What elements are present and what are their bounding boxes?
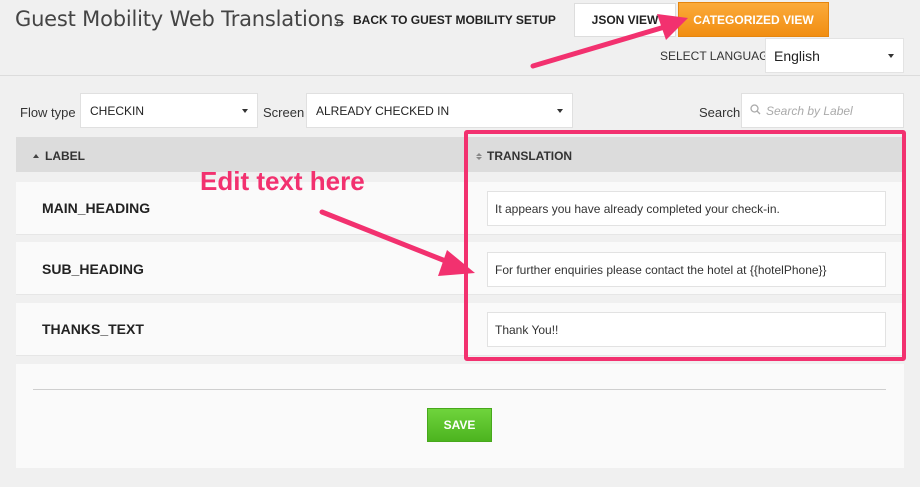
screen-value: ALREADY CHECKED IN (316, 103, 450, 118)
search-label: Search (699, 105, 741, 120)
footer-divider (33, 389, 886, 390)
flow-type-select[interactable]: CHECKIN (80, 93, 258, 128)
screen-label: Screen (263, 105, 305, 120)
flow-type-value: CHECKIN (90, 103, 145, 118)
search-icon (750, 102, 761, 120)
chevron-down-icon (242, 108, 248, 113)
annotation-text: Edit text here (200, 166, 365, 196)
json-view-button[interactable]: JSON VIEW (574, 3, 676, 37)
row-label: SUB_HEADING (42, 261, 144, 277)
annotation-highlight-box (464, 130, 906, 361)
column-label-text: LABEL (45, 149, 85, 163)
language-select-value: English (774, 47, 820, 64)
select-language-label: SELECT LANGUAGE (660, 49, 777, 63)
header-divider (0, 75, 920, 76)
back-link-label: BACK TO GUEST MOBILITY SETUP (353, 13, 556, 27)
row-label: THANKS_TEXT (42, 321, 144, 337)
save-button[interactable]: SAVE (427, 408, 492, 442)
flow-type-label: Flow type (20, 105, 76, 120)
search-box[interactable] (741, 93, 904, 128)
back-to-setup-link[interactable]: ← BACK TO GUEST MOBILITY SETUP (333, 12, 556, 28)
chevron-down-icon (557, 108, 563, 113)
sort-asc-icon (33, 154, 39, 158)
column-header-label[interactable]: LABEL (33, 149, 85, 163)
search-input[interactable] (766, 103, 896, 118)
chevron-down-icon (888, 53, 894, 58)
left-arrow-icon: ← (333, 12, 347, 28)
screen-select[interactable]: ALREADY CHECKED IN (306, 93, 573, 128)
page-title: Guest Mobility Web Translations (15, 7, 345, 31)
categorized-view-button[interactable]: CATEGORIZED VIEW (678, 2, 829, 37)
row-label: MAIN_HEADING (42, 200, 151, 216)
language-select[interactable]: English (765, 38, 904, 73)
